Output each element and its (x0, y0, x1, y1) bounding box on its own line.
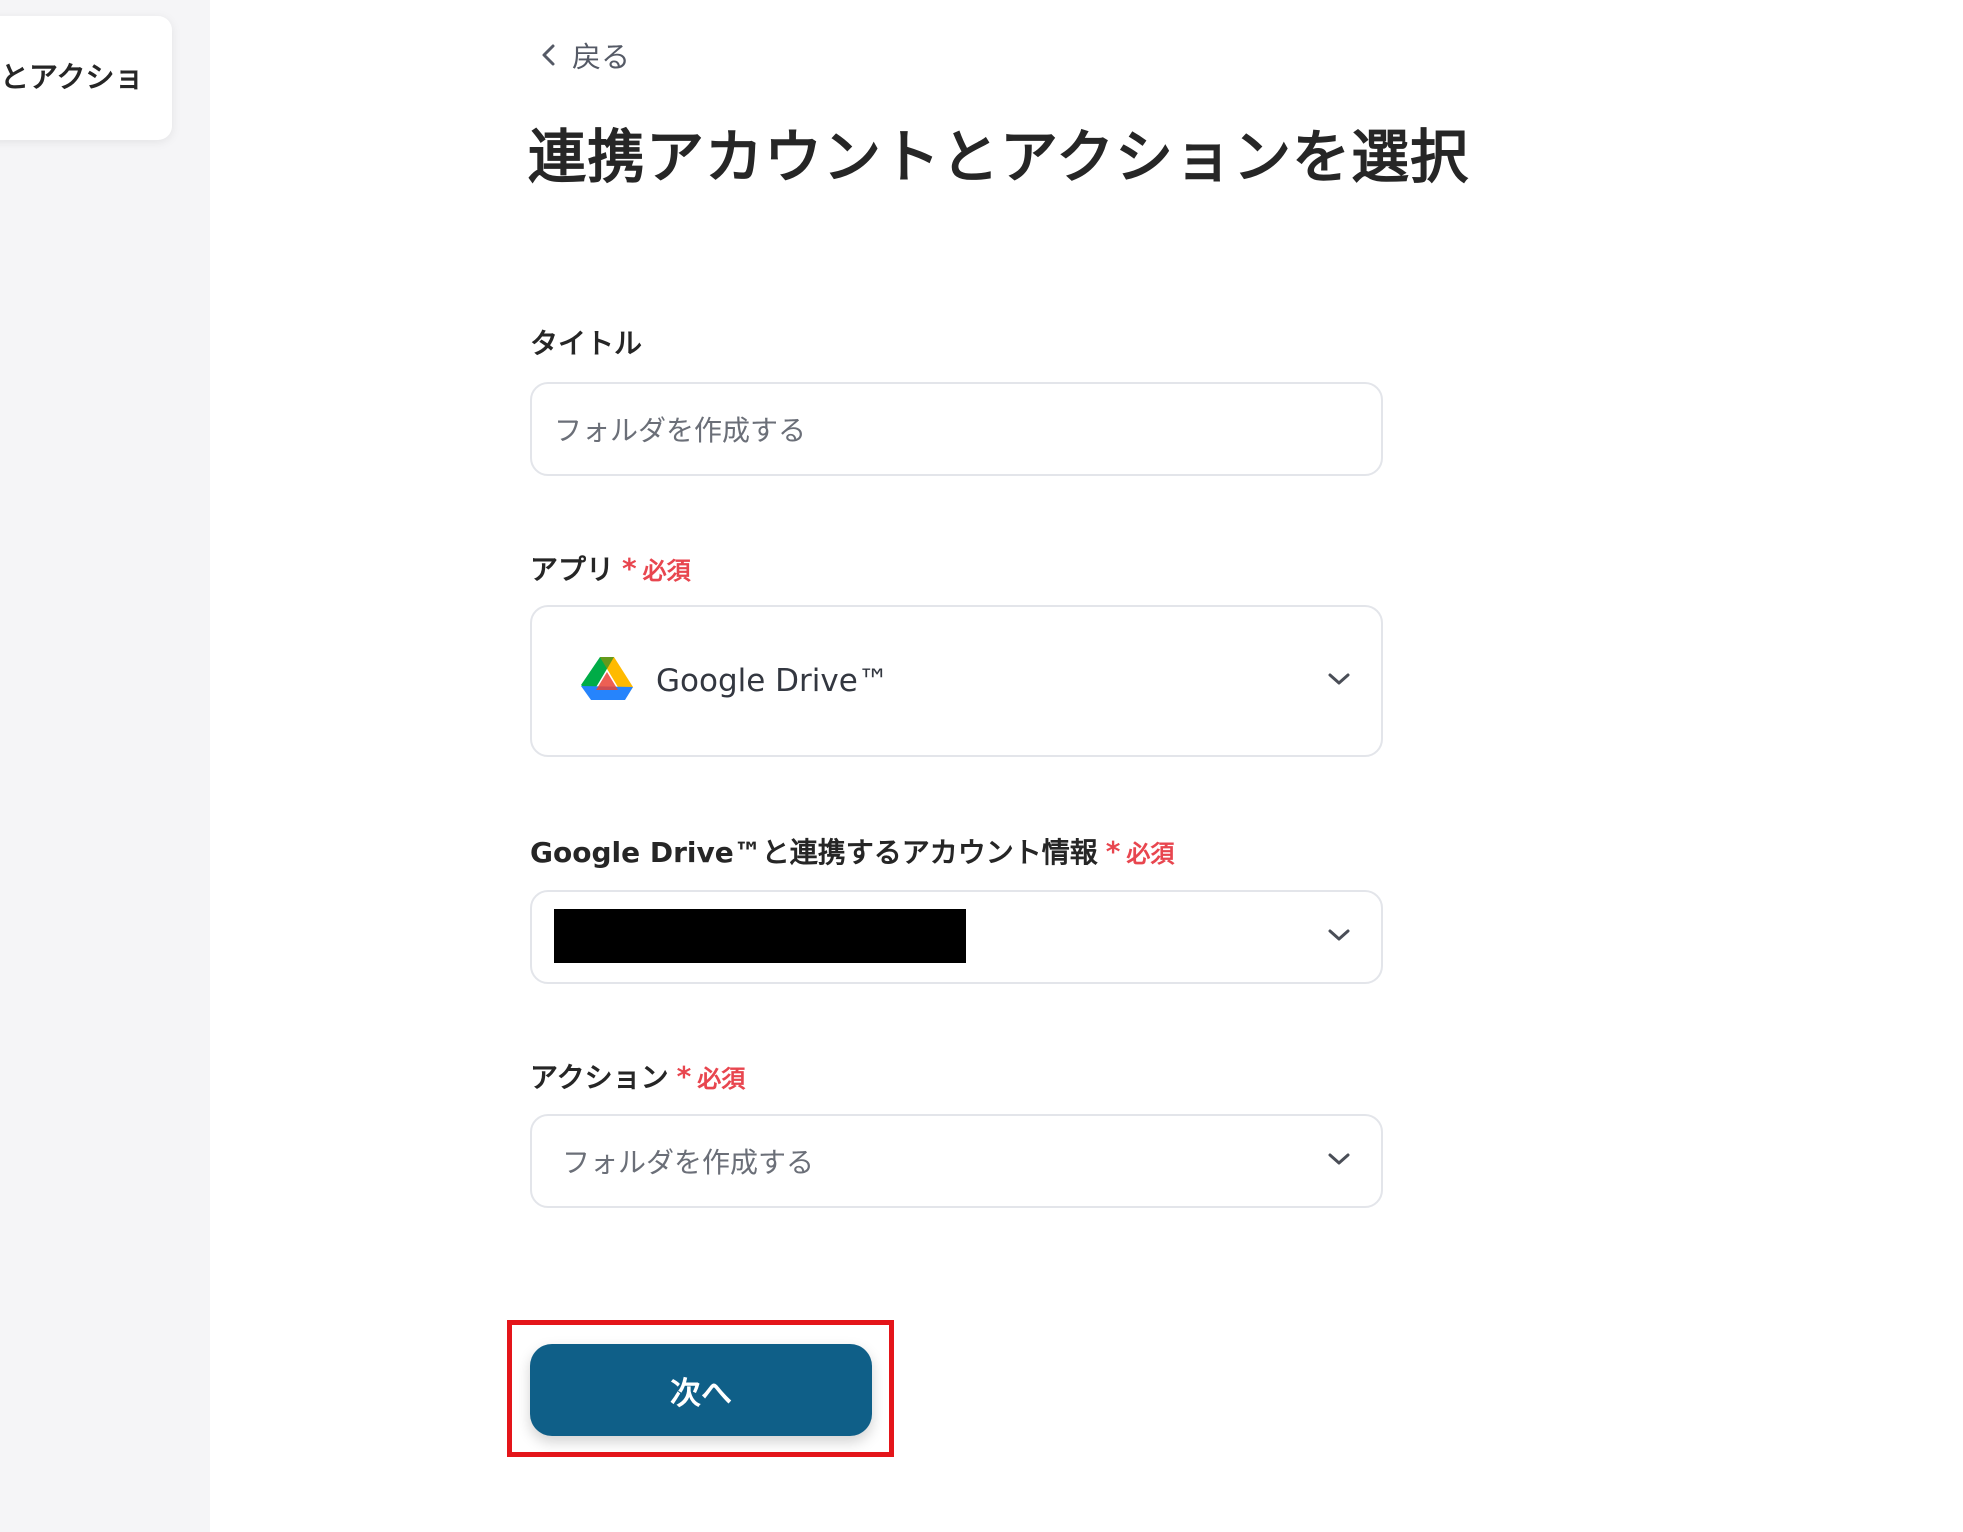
required-badge: * 必須 (1106, 834, 1175, 869)
title-input[interactable] (532, 384, 1381, 474)
google-drive-icon (580, 655, 634, 707)
account-field-label: Google Drive™と連携するアカウント情報 * 必須 (530, 831, 1174, 871)
chevron-left-icon (540, 43, 558, 67)
back-label: 戻る (572, 40, 631, 74)
sidebar-step-label: とアクショ (0, 60, 144, 94)
back-link[interactable]: 戻る (540, 34, 630, 76)
next-button[interactable]: 次へ (530, 1344, 872, 1436)
app-select[interactable]: Google Drive™ (530, 605, 1383, 757)
title-label-text: タイトル (530, 327, 643, 360)
required-asterisk-icon: * (1105, 834, 1121, 868)
account-select[interactable] (530, 890, 1383, 984)
title-field-label: タイトル (530, 322, 642, 362)
main-panel: 戻る 連携アカウントとアクションを選択 タイトル アプリ * 必須 (210, 0, 1963, 1532)
required-asterisk-icon: * (622, 551, 637, 585)
action-field-label: アクション * 必須 (530, 1056, 745, 1096)
action-select-value: フォルダを作成する (562, 1146, 815, 1179)
redacted-account-value (554, 909, 966, 963)
action-select[interactable]: フォルダを作成する (530, 1114, 1383, 1208)
sidebar: とアクショ (0, 0, 210, 1532)
required-badge: * 必須 (677, 1059, 746, 1094)
app-label-text: アプリ (530, 553, 615, 586)
chevron-down-icon (1327, 927, 1351, 947)
required-badge: * 必須 (622, 551, 691, 586)
required-label: 必須 (642, 556, 691, 585)
app-select-value: Google Drive™ (580, 655, 889, 707)
required-asterisk-icon: * (676, 1059, 692, 1093)
app-name: Google Drive™ (656, 663, 889, 699)
action-label-text: アクション (530, 1061, 669, 1094)
chevron-down-icon (1327, 671, 1351, 691)
chevron-down-icon (1327, 1151, 1351, 1171)
required-label: 必須 (697, 1064, 746, 1093)
sidebar-step-card[interactable]: とアクショ (0, 16, 172, 140)
required-label: 必須 (1126, 839, 1175, 868)
account-label-text: Google Drive™と連携するアカウント情報 (530, 836, 1098, 869)
app-field-label: アプリ * 必須 (530, 548, 691, 588)
title-input-wrapper (530, 382, 1383, 476)
page-title: 連携アカウントとアクションを選択 (528, 123, 1470, 191)
